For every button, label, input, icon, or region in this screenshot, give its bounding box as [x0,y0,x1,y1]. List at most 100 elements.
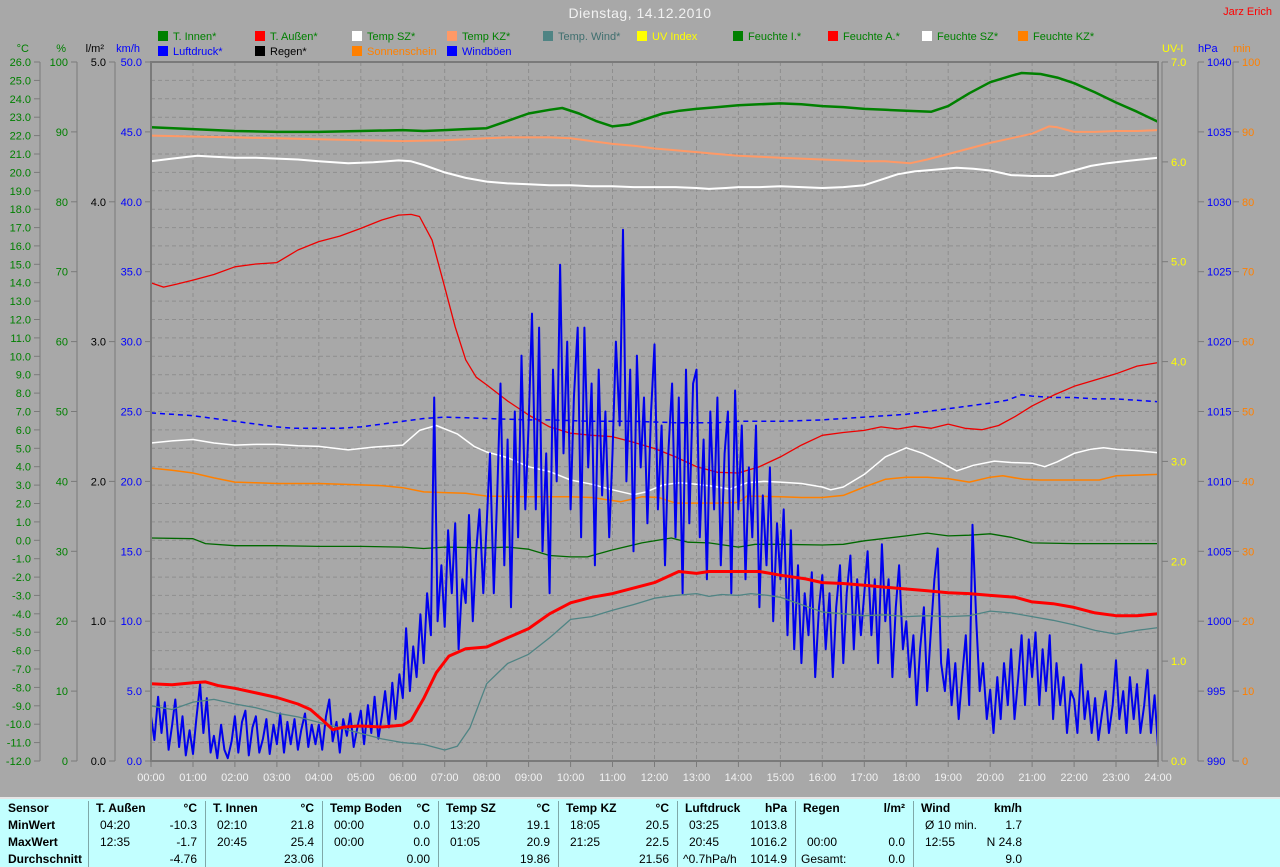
svg-text:50.0: 50.0 [121,57,142,69]
axis-unit-wind: km/h [116,43,140,55]
svg-text:1005: 1005 [1207,546,1231,558]
max-time: 00:00 [807,835,837,850]
svg-text:6.0: 6.0 [16,425,31,437]
svg-text:15.0: 15.0 [10,259,31,271]
svg-text:3.0: 3.0 [16,480,31,492]
row-label: Durchschnitt [8,852,82,867]
svg-text:20: 20 [1242,616,1254,628]
svg-text:-4.0: -4.0 [12,609,31,621]
svg-text:30.0: 30.0 [121,337,142,349]
max-value: 1016.2 [717,835,787,850]
svg-text:40: 40 [56,476,68,488]
x-tick-label: 20:00 [976,772,1004,784]
windboeen-swatch-icon [447,46,457,56]
svg-text:1000: 1000 [1207,616,1231,628]
legend-label: Feuchte I.* [748,31,801,43]
max-value: 22.5 [598,835,669,850]
svg-text:5.0: 5.0 [91,57,106,69]
svg-text:0.0: 0.0 [16,535,31,547]
x-tick-label: 18:00 [893,772,921,784]
svg-text:2.0: 2.0 [1171,556,1186,568]
legend-item-temp-kz: Temp KZ* [447,31,510,44]
axis-unit-sun: min [1233,43,1251,55]
legend-item-temp-wind: Temp. Wind* [543,31,620,44]
legend-item-t-aussen: T. Außen* [255,31,318,44]
svg-text:5.0: 5.0 [1171,257,1186,269]
svg-text:14.0: 14.0 [10,278,31,290]
max-value: 0.0 [362,835,430,850]
avg-value: 19.86 [478,852,550,867]
svg-text:40.0: 40.0 [121,197,142,209]
legend-label: Temp KZ* [462,31,510,43]
svg-text:-10.0: -10.0 [6,719,31,731]
svg-text:18.0: 18.0 [10,204,31,216]
x-tick-label: 00:00 [137,772,165,784]
x-tick-label: 06:00 [389,772,417,784]
legend-item-t-innen: T. Innen* [158,31,216,44]
svg-text:-1.0: -1.0 [12,554,31,566]
svg-text:10: 10 [56,686,68,698]
svg-text:0.0: 0.0 [1171,756,1186,768]
avg-value: 0.00 [362,852,430,867]
svg-text:3.0: 3.0 [1171,456,1186,468]
feuchte-i-swatch-icon [733,31,743,41]
svg-text:24.0: 24.0 [10,94,31,106]
max-value: 0.0 [835,835,905,850]
page-title: Dienstag, 14.12.2010 [0,5,1280,21]
temp-wind-swatch-icon [543,31,553,41]
legend-item-feuchte-i: Feuchte I.* [733,31,801,44]
svg-text:0.0: 0.0 [91,756,106,768]
x-tick-label: 09:00 [515,772,543,784]
sensor-unit: °C [438,801,550,816]
svg-text:0: 0 [1242,756,1248,768]
svg-text:35.0: 35.0 [121,267,142,279]
max-value: 25.4 [245,835,314,850]
svg-text:1030: 1030 [1207,197,1231,209]
svg-text:990: 990 [1207,756,1225,768]
svg-text:21.0: 21.0 [10,149,31,161]
svg-text:40: 40 [1242,476,1254,488]
legend-label: T. Innen* [173,31,216,43]
legend-item-windboeen: Windböen [447,46,512,59]
legend-label: UV Index [652,31,697,43]
min-time: 04:20 [100,818,130,833]
min-value: 1.7 [953,818,1022,833]
x-tick-label: 22:00 [1060,772,1088,784]
min-value: 21.8 [245,818,314,833]
x-tick-label: 10:00 [557,772,585,784]
svg-text:23.0: 23.0 [10,112,31,124]
svg-text:90: 90 [1242,127,1254,139]
credit-label: Jarz Erich [1223,6,1272,18]
axis-unit-uv: UV-I [1162,43,1183,55]
avg-value: 9.0 [953,852,1022,867]
legend-item-feuchte-kz: Feuchte KZ* [1018,31,1094,44]
svg-text:1.0: 1.0 [1171,656,1186,668]
temp-kz-swatch-icon [447,31,457,41]
sensor-unit: km/h [913,801,1022,816]
legend-label: Feuchte A.* [843,31,900,43]
svg-text:17.0: 17.0 [10,223,31,235]
t-innen-swatch-icon [158,31,168,41]
svg-text:70: 70 [1242,267,1254,279]
avg-value: -4.76 [128,852,197,867]
legend-item-feuchte-sz: Feuchte SZ* [922,31,998,44]
svg-text:0: 0 [62,756,68,768]
svg-text:-2.0: -2.0 [12,572,31,584]
svg-text:50: 50 [1242,407,1254,419]
min-time: 03:25 [689,818,719,833]
legend-label: Luftdruck* [173,46,223,58]
x-tick-label: 08:00 [473,772,501,784]
svg-text:1015: 1015 [1207,407,1231,419]
x-tick-label: 21:00 [1018,772,1046,784]
max-value: -1.7 [128,835,197,850]
row-label: MinWert [8,818,55,833]
sensor-unit: hPa [677,801,787,816]
svg-text:10.0: 10.0 [121,616,142,628]
x-tick-label: 03:00 [263,772,291,784]
legend-label: Feuchte KZ* [1033,31,1094,43]
x-tick-label: 24:00 [1144,772,1172,784]
svg-text:11.0: 11.0 [10,333,31,345]
max-time: 00:00 [334,835,364,850]
svg-text:3.0: 3.0 [91,337,106,349]
x-tick-label: 17:00 [851,772,879,784]
